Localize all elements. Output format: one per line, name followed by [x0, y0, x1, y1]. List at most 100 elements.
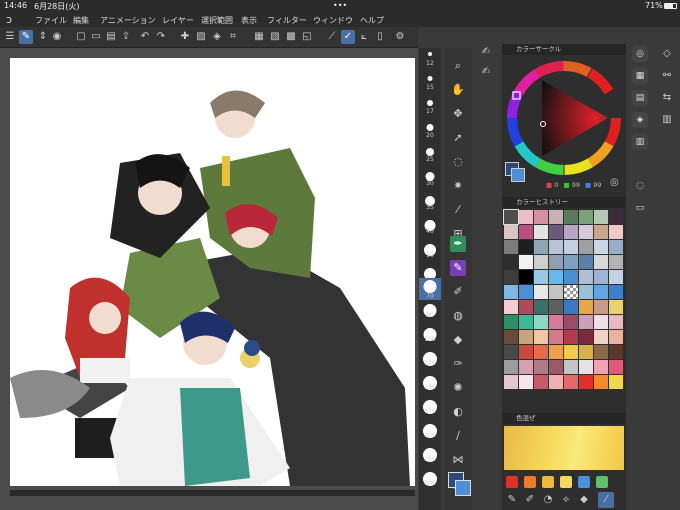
panel-color-wheel-icon[interactable]: ◎	[632, 46, 648, 62]
color-mode-icon[interactable]: ◎	[610, 177, 619, 188]
history-swatch[interactable]	[609, 300, 623, 314]
move-icon[interactable]: ✥	[450, 106, 466, 122]
history-swatch[interactable]	[534, 255, 548, 269]
history-swatch[interactable]	[609, 285, 623, 299]
history-swatch[interactable]	[594, 240, 608, 254]
save-icon[interactable]: ▤	[104, 30, 118, 44]
auto-action-icon[interactable]: ⇆	[659, 90, 675, 106]
pencil-tool-icon[interactable]: ✎	[450, 260, 466, 276]
text-tool-icon[interactable]: ⋈	[450, 452, 466, 468]
drawing-canvas[interactable]	[10, 58, 415, 486]
move-arrows-icon[interactable]: ⇕	[36, 30, 50, 44]
history-swatch[interactable]	[564, 315, 578, 329]
material-icon[interactable]: ▥	[659, 112, 675, 128]
brush-size-25[interactable]: 25	[419, 146, 441, 163]
history-swatch[interactable]	[504, 285, 518, 299]
history-swatch[interactable]	[579, 225, 593, 239]
brush-size-170[interactable]: 170	[419, 398, 441, 415]
brush-size-80[interactable]: 80	[419, 302, 441, 319]
multitask-dots[interactable]: •••	[333, 1, 347, 10]
history-swatch[interactable]	[594, 225, 608, 239]
history-swatch[interactable]	[504, 330, 518, 344]
history-swatch[interactable]	[519, 210, 533, 224]
brush-size-120[interactable]: 120	[419, 350, 441, 367]
panel-navigator-icon[interactable]: ◌	[632, 178, 648, 194]
history-swatch[interactable]	[504, 360, 518, 374]
subtool-pen-icon[interactable]: ✍	[478, 44, 494, 60]
history-swatch[interactable]	[609, 315, 623, 329]
history-swatch[interactable]	[549, 315, 563, 329]
history-swatch[interactable]	[609, 330, 623, 344]
history-swatch[interactable]	[504, 225, 518, 239]
panel-sub-view-icon[interactable]: ▭	[632, 200, 648, 216]
history-swatch[interactable]	[504, 240, 518, 254]
eyedropper-icon[interactable]: ⁄	[450, 202, 466, 218]
history-swatch[interactable]	[579, 360, 593, 374]
history-swatch[interactable]	[504, 300, 518, 314]
history-swatch[interactable]	[564, 345, 578, 359]
history-swatch[interactable]	[579, 210, 593, 224]
hand-icon[interactable]: ✋	[450, 82, 466, 98]
history-swatch[interactable]	[564, 225, 578, 239]
history-swatch[interactable]	[609, 225, 623, 239]
history-swatch[interactable]	[579, 375, 593, 389]
history-swatch[interactable]	[504, 315, 518, 329]
history-swatch[interactable]	[594, 270, 608, 284]
lasso-icon[interactable]: ◌	[450, 154, 466, 170]
history-swatch[interactable]	[519, 270, 533, 284]
color-wheel[interactable]	[504, 56, 624, 181]
history-swatch[interactable]	[609, 270, 623, 284]
decoration-tool-icon[interactable]: ✺	[450, 380, 466, 396]
brush-size-17[interactable]: 17	[419, 98, 441, 115]
history-swatch[interactable]	[519, 285, 533, 299]
history-swatch[interactable]	[549, 375, 563, 389]
color-blend-canvas[interactable]	[504, 426, 624, 470]
history-swatch[interactable]	[594, 375, 608, 389]
history-swatch[interactable]	[579, 300, 593, 314]
history-swatch[interactable]	[564, 255, 578, 269]
fill-tool-icon[interactable]: ◐	[450, 404, 466, 420]
history-swatch[interactable]	[549, 225, 563, 239]
eye-icon[interactable]: ◉	[50, 30, 64, 44]
snap-guide-icon[interactable]: ⟀	[357, 30, 371, 44]
history-swatch[interactable]	[579, 315, 593, 329]
history-swatch[interactable]	[564, 375, 578, 389]
history-swatch[interactable]	[564, 285, 578, 299]
history-swatch[interactable]	[549, 360, 563, 374]
subtool-vector-icon[interactable]: ✍	[478, 64, 494, 80]
ruler-snap-icon[interactable]: ⟋	[325, 30, 339, 44]
blend-drop-icon[interactable]: ⟡	[558, 492, 574, 508]
brush-size-30[interactable]: 30	[419, 170, 441, 187]
history-swatch[interactable]	[564, 330, 578, 344]
history-swatch[interactable]	[504, 270, 518, 284]
crop-icon[interactable]: ⌗	[226, 30, 240, 44]
blend-swatch[interactable]	[560, 476, 572, 488]
brush-size-300[interactable]: 300	[419, 470, 441, 487]
history-swatch[interactable]	[564, 210, 578, 224]
history-swatch[interactable]	[549, 285, 563, 299]
history-swatch[interactable]	[519, 315, 533, 329]
history-swatch[interactable]	[549, 345, 563, 359]
selection-border-icon[interactable]: ◱	[300, 30, 314, 44]
ruler-tool-icon[interactable]: ∕	[450, 428, 466, 444]
history-swatch[interactable]	[564, 360, 578, 374]
brush-size-12[interactable]: 12	[419, 50, 441, 67]
menu-help[interactable]: ヘルプ	[360, 15, 384, 26]
transform-icon[interactable]: ◈	[210, 30, 224, 44]
history-swatch[interactable]	[549, 330, 563, 344]
fill-icon[interactable]: ✚	[178, 30, 192, 44]
new-document-icon[interactable]: ▢	[74, 30, 88, 44]
blend-swatch[interactable]	[596, 476, 608, 488]
brush-size-150[interactable]: 150	[419, 374, 441, 391]
history-swatch[interactable]	[519, 240, 533, 254]
pen-tool-icon[interactable]: ✒	[450, 236, 466, 252]
panel-approx-color-icon[interactable]: ◈	[632, 112, 648, 128]
history-swatch[interactable]	[549, 210, 563, 224]
airbrush-tool-icon[interactable]: ◍	[450, 308, 466, 324]
open-folder-icon[interactable]: ▭	[89, 30, 103, 44]
menu-file[interactable]: ファイル	[35, 15, 67, 26]
horizontal-scrollbar[interactable]	[10, 490, 415, 496]
history-swatch[interactable]	[594, 345, 608, 359]
blend-eraser-icon[interactable]: ◆	[576, 492, 592, 508]
settings-icon[interactable]: ⚙	[393, 30, 407, 44]
